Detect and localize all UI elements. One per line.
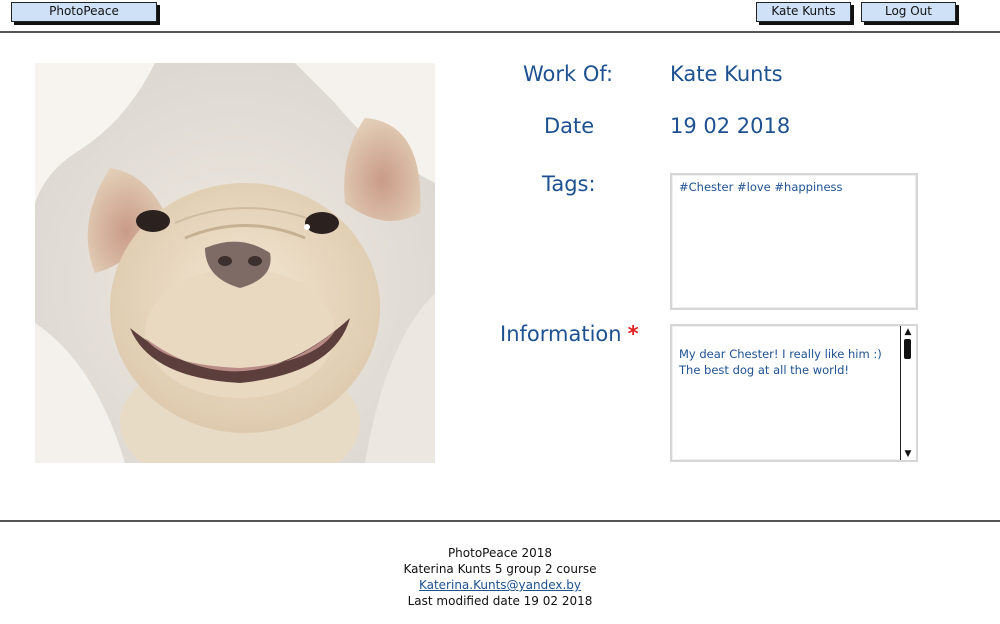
tags-label: Tags: [542, 172, 596, 196]
footer-last-modified: Last modified date 19 02 2018 [407, 594, 593, 608]
dog-photo [35, 63, 435, 463]
information-textarea[interactable]: My dear Chester! I really like him :) Th… [670, 324, 918, 462]
logout-button[interactable]: Log Out [861, 2, 956, 22]
information-label-text: Information [500, 322, 622, 346]
scroll-up-arrow-icon[interactable]: ▲ [901, 327, 915, 337]
app-home-button[interactable]: PhotoPeace [11, 2, 157, 22]
footer-email-link[interactable]: Katerina.Kunts@yandex.by [419, 578, 581, 592]
work-of-value: Kate Kunts [670, 62, 783, 86]
tags-textarea[interactable]: #Chester #love #happiness [670, 173, 918, 310]
footer: PhotoPeace 2018 Katerina Kunts 5 group 2… [0, 545, 1000, 609]
information-label: Information * [500, 322, 639, 346]
user-profile-button[interactable]: Kate Kunts [756, 2, 851, 22]
required-asterisk: * [627, 322, 639, 346]
footer-divider [0, 520, 1000, 522]
footer-author: Katerina Kunts 5 group 2 course [403, 562, 597, 576]
header-divider [0, 31, 1000, 33]
scroll-thumb[interactable] [904, 339, 911, 359]
footer-copyright: PhotoPeace 2018 [447, 546, 553, 560]
information-text: My dear Chester! I really like him :) Th… [679, 347, 882, 377]
date-value: 19 02 2018 [670, 114, 791, 138]
scroll-down-arrow-icon[interactable]: ▼ [901, 449, 915, 459]
information-scrollbar[interactable]: ▲ ▼ [900, 326, 916, 460]
french-bulldog-image [35, 63, 435, 463]
date-label: Date [544, 114, 595, 138]
work-of-label: Work Of: [523, 62, 614, 86]
